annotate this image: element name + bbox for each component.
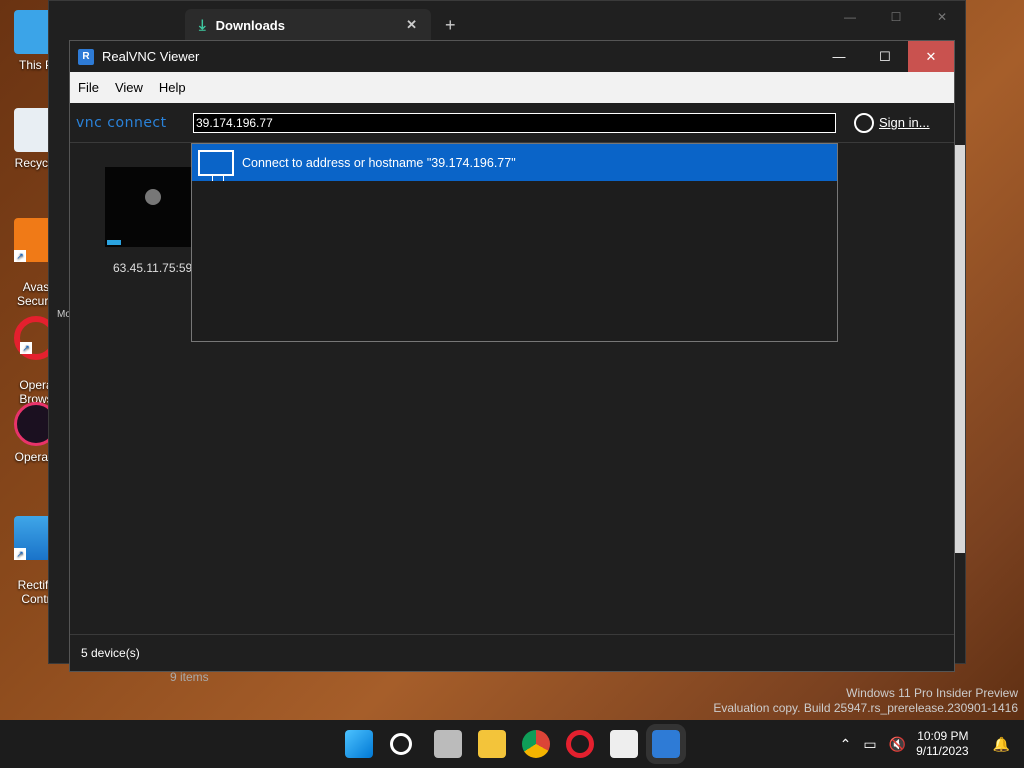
clock[interactable]: 10:09 PM 9/11/2023 [916, 729, 969, 759]
vnc-titlebar: R RealVNC Viewer — ☐ ✕ [70, 41, 954, 72]
tab-title: Downloads [215, 17, 285, 33]
vnc-connect-brand: vnc connect [76, 114, 167, 131]
user-icon [854, 112, 874, 133]
volume-mute-icon[interactable]: 🔇 [889, 736, 906, 753]
store-icon[interactable] [610, 730, 638, 758]
window-title: RealVNC Viewer [102, 49, 200, 64]
address-suggestions: Connect to address or hostname "39.174.1… [191, 143, 838, 342]
device-area: 63.45.11.75:590 Connect to address or ho… [70, 143, 954, 635]
maximize-icon[interactable]: ☐ [873, 1, 919, 33]
system-tray: ⌃ ▭ 🔇 10:09 PM 9/11/2023 🔔 [828, 720, 1024, 768]
search-icon[interactable] [390, 733, 412, 755]
display-icon[interactable]: ▭ [863, 736, 876, 753]
minimize-icon[interactable]: — [827, 1, 873, 33]
realvnc-logo-icon: R [78, 48, 94, 65]
vnc-window: R RealVNC Viewer — ☐ ✕ File View Help vn… [69, 40, 955, 672]
explorer-window-controls: — ☐ ✕ [827, 1, 965, 33]
realvnc-taskbar-icon[interactable] [646, 724, 686, 764]
clock-time: 10:09 PM [917, 729, 969, 743]
taskbar-preview [107, 240, 121, 245]
menu-bar: File View Help [70, 72, 954, 103]
chrome-icon[interactable] [522, 730, 550, 758]
chevron-up-icon[interactable]: ⌃ [840, 736, 852, 753]
close-icon[interactable]: ✕ [919, 1, 965, 33]
monitor-icon [198, 149, 234, 181]
clock-date: 9/11/2023 [916, 744, 969, 758]
toolbar: vnc connect 39.174.196.77 Sign in... [70, 103, 954, 143]
sign-in-button[interactable]: Sign in... [854, 112, 930, 133]
start-icon[interactable] [345, 730, 373, 758]
minimize-button[interactable]: — [816, 41, 862, 72]
suggestion-text: Connect to address or hostname "39.174.1… [242, 155, 516, 170]
device-count: 5 device(s) [70, 634, 954, 671]
connect-suggestion[interactable]: Connect to address or hostname "39.174.1… [192, 144, 837, 181]
task-view-icon[interactable] [434, 730, 462, 758]
device-label[interactable]: 63.45.11.75:590 [113, 261, 199, 275]
user-avatar-icon [145, 189, 161, 205]
windows-watermark: Windows 11 Pro Insider Preview Evaluatio… [713, 686, 1018, 716]
tab-close-button[interactable]: ✕ [406, 17, 417, 33]
watermark-line-2: Evaluation copy. Build 25947.rs_prerelea… [713, 701, 1018, 715]
menu-help[interactable]: Help [159, 80, 186, 95]
device-thumbnail[interactable] [105, 167, 191, 247]
maximize-button[interactable]: ☐ [862, 41, 908, 72]
opera-icon[interactable] [566, 730, 594, 758]
notification-bell-icon[interactable]: 🔔 [993, 736, 1010, 753]
new-tab-button[interactable]: + [445, 15, 456, 36]
watermark-line-1: Windows 11 Pro Insider Preview [846, 686, 1018, 700]
download-icon: ⤓ [199, 16, 206, 34]
explorer-status: 9 items [170, 670, 209, 684]
sign-in-label: Sign in... [879, 115, 930, 130]
close-button[interactable]: ✕ [908, 41, 954, 72]
file-explorer-icon[interactable] [478, 730, 506, 758]
tab-downloads[interactable]: ⤓ Downloads ✕ [185, 9, 431, 41]
menu-file[interactable]: File [78, 80, 99, 95]
taskbar: ⌃ ▭ 🔇 10:09 PM 9/11/2023 🔔 [0, 720, 1024, 768]
address-input[interactable]: 39.174.196.77 [193, 112, 836, 133]
menu-view[interactable]: View [115, 80, 143, 95]
